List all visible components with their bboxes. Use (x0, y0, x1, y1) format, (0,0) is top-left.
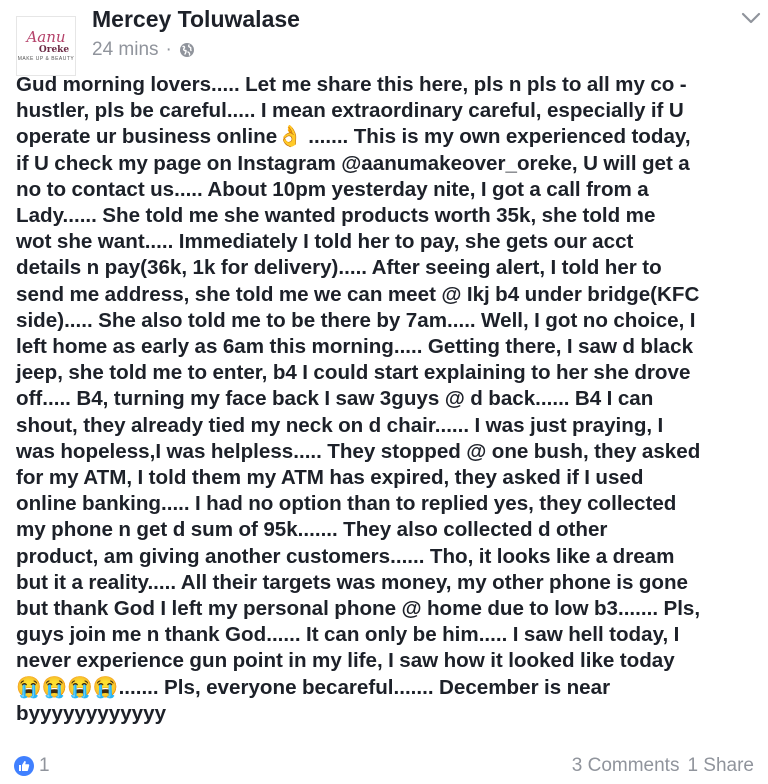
post-line: for my ATM, I told them my ATM has expir… (16, 466, 644, 490)
post-line: but thank God I left my personal phone @… (16, 597, 701, 621)
post-meta: 24 mins · (92, 39, 195, 61)
post-line: details n pay(36k, 1k for delivery).....… (16, 256, 662, 280)
like-reaction-icon (14, 756, 34, 776)
post-line: send me address, she told me we can meet… (16, 282, 700, 306)
globe-icon[interactable] (179, 42, 195, 58)
thumbs-up-icon (19, 761, 30, 771)
post-line: off..... B4, turning my face back I saw … (16, 387, 654, 411)
avatar-logo-tagline: MAKE UP & BEAUTY (17, 56, 75, 62)
post-footer: 1 3 Comments 1 Share (0, 748, 768, 784)
avatar[interactable]: Aanu Oreke MAKE UP & BEAUTY (16, 16, 76, 76)
like-count: 1 (39, 755, 50, 776)
author-name[interactable]: Mercey Toluwalase (92, 6, 300, 33)
post-line: no to contact us..... About 10pm yesterd… (16, 177, 649, 201)
post-timestamp[interactable]: 24 mins (92, 39, 159, 61)
post-line: side)..... She also told me to be there … (16, 308, 696, 332)
post-line: hustler, pls be careful..... I mean extr… (16, 99, 684, 123)
post-line: 😭😭😭😭....... Pls, everyone becareful.....… (16, 675, 611, 699)
avatar-logo-script: Aanu (26, 28, 66, 46)
post-line: was hopeless,I was helpless..... They st… (16, 439, 701, 463)
post-line: jeep, she told me to enter, b4 I could s… (16, 361, 691, 385)
post-line: Lady...... She told me she wanted produc… (16, 204, 656, 228)
post-options-chevron-icon[interactable] (740, 10, 762, 26)
facebook-post: Aanu Oreke MAKE UP & BEAUTY Mercey Toluw… (0, 0, 768, 784)
post-line: if U check my page on Instagram @aanumak… (16, 151, 690, 175)
reactions-summary[interactable]: 1 (14, 755, 50, 777)
post-line: operate ur business online👌 ....... This… (16, 125, 691, 149)
meta-separator: · (165, 39, 172, 60)
post-line: my phone n get d sum of 95k....... They … (16, 518, 608, 542)
post-line: Gud morning lovers..... Let me share thi… (16, 73, 687, 96)
post-line: wot she want..... Immediately I told her… (16, 230, 634, 254)
post-line: byyyyyyyyyyyy (16, 701, 167, 725)
post-line: guys join me n thank God...... It can on… (16, 623, 680, 647)
post-line: but it a reality..... All their targets … (16, 570, 689, 594)
avatar-logo-name: Oreke (38, 45, 70, 55)
post-line: never experience gun point in my life, I… (16, 649, 675, 673)
post-body: Gud morning lovers..... Let me share thi… (16, 72, 768, 727)
post-line: product, am giving another customers....… (16, 544, 675, 568)
post-line: left home as early as 6am this morning..… (16, 335, 694, 359)
post-line: shout, they already tied my neck on d ch… (16, 413, 664, 437)
engagement-counts: 3 Comments 1 Share (572, 755, 754, 777)
shares-link[interactable]: 1 Share (687, 755, 754, 777)
post-line: online banking..... I had no option than… (16, 492, 677, 516)
comments-link[interactable]: 3 Comments (572, 755, 680, 777)
